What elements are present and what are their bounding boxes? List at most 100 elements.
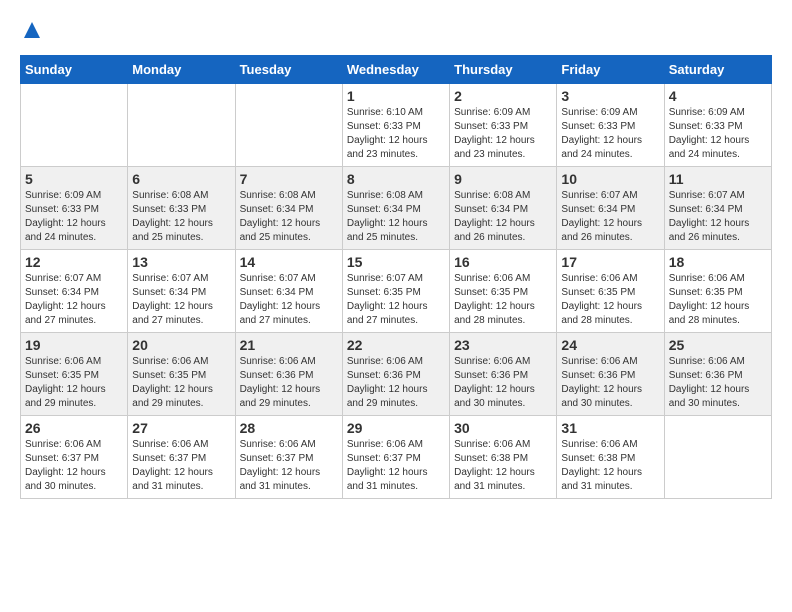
weekday-header: Saturday [664,56,771,84]
day-info: Sunrise: 6:06 AM Sunset: 6:37 PM Dayligh… [240,438,338,494]
day-info: Sunrise: 6:08 AM Sunset: 6:34 PM Dayligh… [240,189,338,245]
day-info: Sunrise: 6:07 AM Sunset: 6:34 PM Dayligh… [240,272,338,328]
calendar-cell: 8Sunrise: 6:08 AM Sunset: 6:34 PM Daylig… [342,167,449,250]
day-info: Sunrise: 6:08 AM Sunset: 6:33 PM Dayligh… [132,189,230,245]
day-info: Sunrise: 6:10 AM Sunset: 6:33 PM Dayligh… [347,106,445,162]
day-info: Sunrise: 6:09 AM Sunset: 6:33 PM Dayligh… [25,189,123,245]
day-info: Sunrise: 6:08 AM Sunset: 6:34 PM Dayligh… [454,189,552,245]
day-info: Sunrise: 6:08 AM Sunset: 6:34 PM Dayligh… [347,189,445,245]
day-info: Sunrise: 6:06 AM Sunset: 6:38 PM Dayligh… [454,438,552,494]
day-info: Sunrise: 6:07 AM Sunset: 6:35 PM Dayligh… [347,272,445,328]
day-info: Sunrise: 6:07 AM Sunset: 6:34 PM Dayligh… [132,272,230,328]
day-info: Sunrise: 6:06 AM Sunset: 6:38 PM Dayligh… [561,438,659,494]
calendar-cell: 12Sunrise: 6:07 AM Sunset: 6:34 PM Dayli… [21,250,128,333]
day-info: Sunrise: 6:09 AM Sunset: 6:33 PM Dayligh… [669,106,767,162]
calendar-cell: 3Sunrise: 6:09 AM Sunset: 6:33 PM Daylig… [557,84,664,167]
day-number: 27 [132,420,230,436]
day-number: 17 [561,254,659,270]
day-number: 9 [454,171,552,187]
day-number: 25 [669,337,767,353]
day-info: Sunrise: 6:06 AM Sunset: 6:36 PM Dayligh… [454,355,552,411]
calendar-cell: 20 Sunrise: 6:06 AM Sunset: 6:35 PM Dayli… [128,333,235,416]
calendar-cell: 2 Sunrise: 6:09 AM Sunset: 6:33 PM Daylig… [450,84,557,167]
day-number: 28 [240,420,338,436]
calendar-cell [235,84,342,167]
calendar-cell: 23 Sunrise: 6:06 AM Sunset: 6:36 PM Dayli… [450,333,557,416]
calendar-cell: 26Sunrise: 6:06 AM Sunset: 6:37 PM Dayli… [21,416,128,499]
calendar-week-row: 1 Sunrise: 6:10 AM Sunset: 6:33 PM Daylig… [21,84,772,167]
calendar-cell: 15 Sunrise: 6:07 AM Sunset: 6:35 PM Dayli… [342,250,449,333]
page-header [20,20,772,45]
day-info: Sunrise: 6:07 AM Sunset: 6:34 PM Dayligh… [561,189,659,245]
day-number: 29 [347,420,445,436]
day-number: 4 [669,88,767,104]
weekday-header: Tuesday [235,56,342,84]
day-number: 21 [240,337,338,353]
day-number: 6 [132,171,230,187]
calendar-cell [128,84,235,167]
weekday-header: Friday [557,56,664,84]
calendar-cell: 14 Sunrise: 6:07 AM Sunset: 6:34 PM Dayli… [235,250,342,333]
calendar-cell: 24 Sunrise: 6:06 AM Sunset: 6:36 PM Dayli… [557,333,664,416]
calendar-cell: 7 Sunrise: 6:08 AM Sunset: 6:34 PM Daylig… [235,167,342,250]
day-number: 3 [561,88,659,104]
weekday-header: Thursday [450,56,557,84]
day-number: 18 [669,254,767,270]
day-info: Sunrise: 6:06 AM Sunset: 6:35 PM Dayligh… [561,272,659,328]
calendar-cell: 19 Sunrise: 6:06 AM Sunset: 6:35 PM Dayli… [21,333,128,416]
day-number: 11 [669,171,767,187]
calendar-week-row: 5Sunrise: 6:09 AM Sunset: 6:33 PM Daylig… [21,167,772,250]
day-info: Sunrise: 6:06 AM Sunset: 6:36 PM Dayligh… [347,355,445,411]
calendar-cell: 13 Sunrise: 6:07 AM Sunset: 6:34 PM Dayli… [128,250,235,333]
calendar-week-row: 12Sunrise: 6:07 AM Sunset: 6:34 PM Dayli… [21,250,772,333]
calendar-cell: 28 Sunrise: 6:06 AM Sunset: 6:37 PM Dayli… [235,416,342,499]
day-info: Sunrise: 6:06 AM Sunset: 6:37 PM Dayligh… [132,438,230,494]
day-number: 10 [561,171,659,187]
calendar-cell: 10 Sunrise: 6:07 AM Sunset: 6:34 PM Dayli… [557,167,664,250]
day-info: Sunrise: 6:06 AM Sunset: 6:36 PM Dayligh… [240,355,338,411]
day-info: Sunrise: 6:07 AM Sunset: 6:34 PM Dayligh… [669,189,767,245]
calendar-cell: 21 Sunrise: 6:06 AM Sunset: 6:36 PM Dayli… [235,333,342,416]
day-info: Sunrise: 6:09 AM Sunset: 6:33 PM Dayligh… [454,106,552,162]
day-number: 2 [454,88,552,104]
calendar-cell: 29 Sunrise: 6:06 AM Sunset: 6:37 PM Dayli… [342,416,449,499]
logo-icon [22,20,42,40]
day-number: 30 [454,420,552,436]
calendar-cell: 1 Sunrise: 6:10 AM Sunset: 6:33 PM Daylig… [342,84,449,167]
calendar-week-row: 26Sunrise: 6:06 AM Sunset: 6:37 PM Dayli… [21,416,772,499]
day-info: Sunrise: 6:07 AM Sunset: 6:34 PM Dayligh… [25,272,123,328]
calendar-cell: 27 Sunrise: 6:06 AM Sunset: 6:37 PM Dayli… [128,416,235,499]
day-info: Sunrise: 6:06 AM Sunset: 6:35 PM Dayligh… [454,272,552,328]
calendar-cell: 16 Sunrise: 6:06 AM Sunset: 6:35 PM Dayli… [450,250,557,333]
day-info: Sunrise: 6:06 AM Sunset: 6:35 PM Dayligh… [669,272,767,328]
day-number: 7 [240,171,338,187]
weekday-header: Monday [128,56,235,84]
calendar-header-row: SundayMondayTuesdayWednesdayThursdayFrid… [21,56,772,84]
calendar-cell: 25Sunrise: 6:06 AM Sunset: 6:36 PM Dayli… [664,333,771,416]
calendar-cell: 5Sunrise: 6:09 AM Sunset: 6:33 PM Daylig… [21,167,128,250]
calendar-cell: 17 Sunrise: 6:06 AM Sunset: 6:35 PM Dayli… [557,250,664,333]
day-number: 20 [132,337,230,353]
day-info: Sunrise: 6:06 AM Sunset: 6:37 PM Dayligh… [347,438,445,494]
day-number: 15 [347,254,445,270]
day-number: 1 [347,88,445,104]
day-info: Sunrise: 6:06 AM Sunset: 6:37 PM Dayligh… [25,438,123,494]
day-number: 14 [240,254,338,270]
day-number: 31 [561,420,659,436]
calendar-cell: 4 Sunrise: 6:09 AM Sunset: 6:33 PM Daylig… [664,84,771,167]
day-info: Sunrise: 6:06 AM Sunset: 6:35 PM Dayligh… [132,355,230,411]
day-number: 13 [132,254,230,270]
day-number: 19 [25,337,123,353]
calendar-cell: 6 Sunrise: 6:08 AM Sunset: 6:33 PM Daylig… [128,167,235,250]
day-info: Sunrise: 6:06 AM Sunset: 6:36 PM Dayligh… [561,355,659,411]
day-number: 24 [561,337,659,353]
calendar-cell [21,84,128,167]
day-number: 23 [454,337,552,353]
day-number: 22 [347,337,445,353]
day-number: 16 [454,254,552,270]
calendar-cell [664,416,771,499]
calendar-week-row: 19 Sunrise: 6:06 AM Sunset: 6:35 PM Dayli… [21,333,772,416]
calendar-cell: 18 Sunrise: 6:06 AM Sunset: 6:35 PM Dayli… [664,250,771,333]
day-info: Sunrise: 6:06 AM Sunset: 6:35 PM Dayligh… [25,355,123,411]
calendar-cell: 11 Sunrise: 6:07 AM Sunset: 6:34 PM Dayli… [664,167,771,250]
